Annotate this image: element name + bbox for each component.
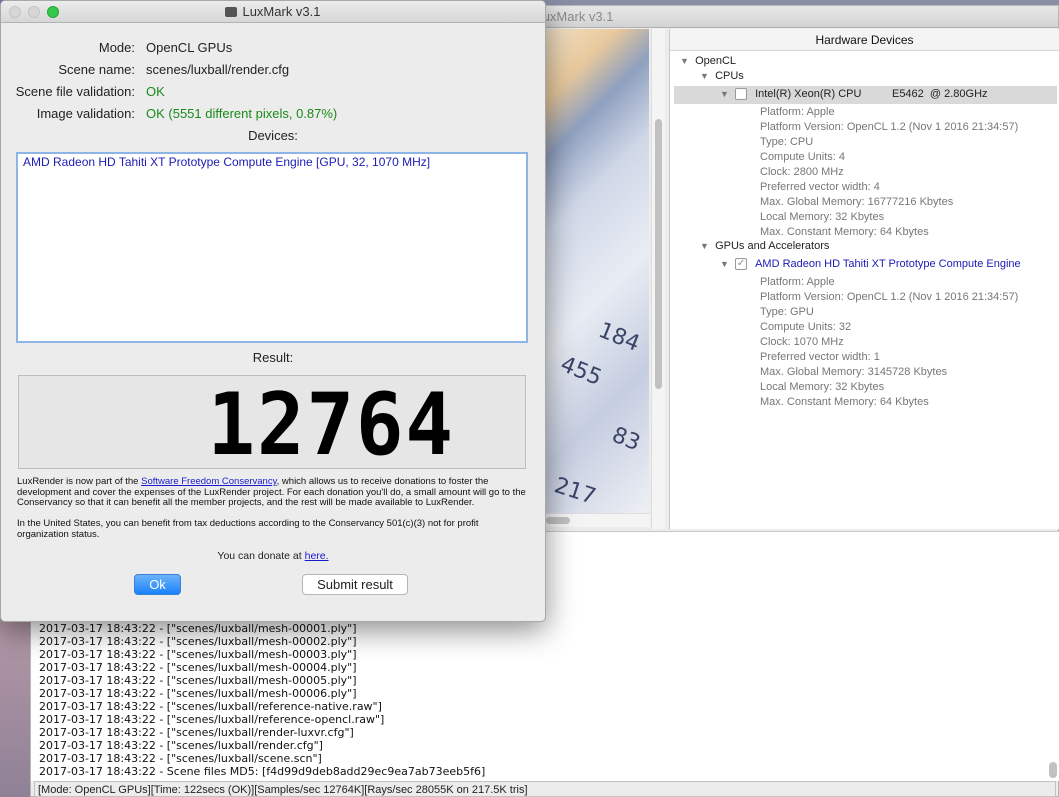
tree-node-gpu-device[interactable]: ▼ ✓ AMD Radeon HD Tahiti XT Prototype Com…	[720, 258, 1021, 271]
hardware-devices-header: Hardware Devices	[670, 29, 1059, 51]
scene-number: 184	[594, 318, 644, 357]
result-score: 12764	[207, 375, 455, 475]
gpu-device-checkbox[interactable]: ✓	[735, 258, 748, 271]
log-line: 2017-03-17 18:43:22 - ["scenes/luxball/r…	[39, 700, 382, 713]
disclosure-triangle-icon[interactable]: ▼	[700, 241, 712, 251]
log-line: 2017-03-17 18:43:22 - ["scenes/luxball/m…	[39, 687, 357, 700]
device-property: Clock: 2800 MHz	[760, 166, 844, 178]
device-property: Max. Global Memory: 16777216 Kbytes	[760, 196, 954, 208]
cpu-device-checkbox[interactable]	[735, 88, 748, 101]
hardware-devices-pane: Hardware Devices ▼ OpenCL ▼ CPUs ▼ Intel…	[669, 29, 1059, 529]
log-line: 2017-03-17 18:43:22 - ["scenes/luxball/m…	[39, 622, 357, 635]
dialog-title: LuxMark v3.1	[242, 4, 321, 19]
close-window-icon[interactable]	[9, 6, 21, 18]
log-line: 2017-03-17 18:43:22 - ["scenes/luxball/s…	[39, 752, 322, 765]
scene-vertical-scrollbar[interactable]	[651, 29, 665, 529]
zoom-window-icon[interactable]	[47, 6, 59, 18]
disclosure-triangle-icon[interactable]: ▼	[680, 56, 692, 66]
scene-validation-label: Scene file validation:	[15, 84, 135, 99]
device-property: Compute Units: 32	[760, 321, 852, 333]
log-line: 2017-03-17 18:43:22 - ["scenes/luxball/r…	[39, 726, 354, 739]
device-property: Max. Global Memory: 3145728 Kbytes	[760, 366, 948, 378]
log-line: 2017-03-17 18:43:22 - ["scenes/luxball/m…	[39, 635, 357, 648]
tree-label: CPUs	[715, 70, 744, 82]
device-property: Platform Version: OpenCL 1.2 (Nov 1 2016…	[760, 291, 1019, 303]
device-property: Platform Version: OpenCL 1.2 (Nov 1 2016…	[760, 121, 1019, 133]
sfc-link[interactable]: Software Freedom Conservancy	[141, 476, 277, 487]
devices-heading: Devices:	[248, 128, 298, 143]
device-property: Preferred vector width: 1	[760, 351, 880, 363]
image-validation-value: OK (5551 different pixels, 0.87%)	[146, 106, 338, 121]
disclosure-triangle-icon[interactable]: ▼	[720, 259, 732, 269]
device-property: Platform: Apple	[760, 276, 835, 288]
device-property: Platform: Apple	[760, 106, 835, 118]
disclosure-triangle-icon[interactable]: ▼	[700, 71, 712, 81]
donate-text: You can donate at	[217, 550, 305, 562]
log-line: 2017-03-17 18:43:22 - Scene files MD5: […	[39, 765, 486, 778]
device-property: Compute Units: 4	[760, 151, 845, 163]
scene-number: 217	[551, 473, 599, 510]
ok-button[interactable]: Ok	[134, 574, 181, 595]
donate-here-link[interactable]: here.	[305, 550, 329, 562]
device-property: Max. Constant Memory: 64 Kbytes	[760, 226, 929, 238]
tax-paragraph: In the United States, you can benefit fr…	[17, 518, 479, 540]
log-line: 2017-03-17 18:43:22 - ["scenes/luxball/r…	[39, 713, 385, 726]
log-line: 2017-03-17 18:43:22 - ["scenes/luxball/m…	[39, 648, 357, 661]
devices-list[interactable]: AMD Radeon HD Tahiti XT Prototype Comput…	[16, 152, 528, 343]
dialog-title-bar: LuxMark v3.1	[1, 1, 545, 23]
image-validation-label: Image validation:	[36, 106, 135, 121]
device-property: Local Memory: 32 Kbytes	[760, 211, 885, 223]
tree-node-cpus[interactable]: ▼ CPUs	[700, 70, 744, 82]
scene-validation-value: OK	[146, 84, 165, 99]
scene-number: 455	[556, 352, 606, 391]
scene-label: Scene name:	[58, 62, 135, 77]
mode-label: Mode:	[98, 40, 135, 55]
log-scrollbar[interactable]	[1049, 762, 1057, 778]
para-text: LuxRender is now part of the	[17, 476, 142, 487]
device-property: Preferred vector width: 4	[760, 181, 880, 193]
result-dialog: LuxMark v3.1 Mode: OpenCL GPUs Scene nam…	[0, 0, 546, 622]
tree-node-gpus[interactable]: ▼ GPUs and Accelerators	[700, 240, 829, 252]
device-property: Type: CPU	[760, 136, 814, 148]
log-line: 2017-03-17 18:43:22 - ["scenes/luxball/m…	[39, 661, 357, 674]
device-list-item[interactable]: AMD Radeon HD Tahiti XT Prototype Comput…	[18, 154, 526, 170]
minimize-window-icon[interactable]	[28, 6, 40, 18]
scene-number: 83	[608, 422, 644, 457]
result-display: 12764	[18, 375, 526, 469]
scene-render-image: 184 455 83 217	[546, 29, 649, 513]
tree-node-opencl[interactable]: ▼ OpenCL	[680, 55, 736, 67]
tree-label: Intel(R) Xeon(R) CPU E5462 @ 2.80GHz	[755, 88, 988, 100]
log-line: 2017-03-17 18:43:22 - ["scenes/luxball/m…	[39, 674, 357, 687]
donation-paragraph: LuxRender is now part of the Software Fr…	[17, 476, 529, 509]
submit-result-button[interactable]: Submit result	[302, 574, 408, 595]
tree-label: OpenCL	[695, 55, 737, 67]
disclosure-triangle-icon[interactable]: ▼	[720, 89, 732, 99]
device-property: Type: GPU	[760, 306, 814, 318]
donate-line: You can donate at here.	[1, 550, 545, 562]
result-heading: Result:	[252, 350, 294, 365]
device-property: Max. Constant Memory: 64 Kbytes	[760, 396, 929, 408]
tree-label: GPUs and Accelerators	[715, 240, 830, 252]
scene-value: scenes/luxball/render.cfg	[146, 62, 290, 77]
status-bar: [Mode: OpenCL GPUs][Time: 122secs (OK)][…	[34, 781, 1056, 797]
log-line: 2017-03-17 18:43:22 - ["scenes/luxball/r…	[39, 739, 323, 752]
main-title-text: LuxMark v3.1	[535, 9, 614, 24]
mode-value: OpenCL GPUs	[146, 40, 233, 55]
tree-label: AMD Radeon HD Tahiti XT Prototype Comput…	[755, 258, 1021, 270]
app-icon	[225, 7, 238, 17]
tree-node-cpu-device[interactable]: ▼ Intel(R) Xeon(R) CPU E5462 @ 2.80GHz	[720, 88, 988, 101]
scene-horizontal-scrollbar[interactable]	[546, 513, 650, 527]
device-property: Local Memory: 32 Kbytes	[760, 381, 885, 393]
device-property: Clock: 1070 MHz	[760, 336, 844, 348]
